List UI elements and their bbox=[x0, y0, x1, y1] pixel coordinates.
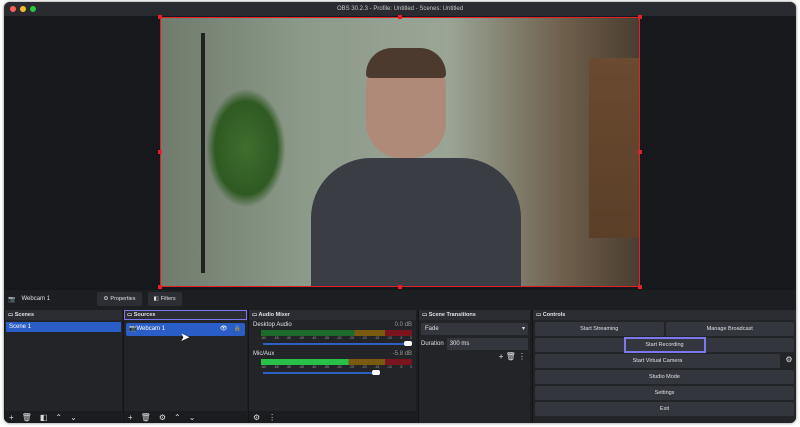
studio-mode-button[interactable]: Studio Mode bbox=[535, 370, 794, 384]
manage-broadcast-button[interactable]: Manage Broadcast bbox=[665, 322, 794, 336]
gear-icon[interactable]: ⚙ bbox=[782, 352, 796, 368]
add-icon[interactable]: + bbox=[9, 413, 14, 422]
lock-icon[interactable]: 🔒 bbox=[234, 323, 241, 336]
sources-dock: ▭ Sources 📷 Webcam 1 👁 🔒 + 🗑 ⚙ ⌃ ⌄ bbox=[123, 310, 247, 423]
exit-button[interactable]: Exit bbox=[535, 402, 794, 416]
source-toolbar: 📷 Webcam 1 ⚙ Properties ◧ Filters bbox=[4, 290, 796, 308]
meter-tick: -60 bbox=[261, 336, 267, 340]
chevron-down-icon: ▾ bbox=[521, 326, 525, 332]
trash-icon[interactable]: 🗑 bbox=[506, 352, 518, 361]
volume-slider[interactable] bbox=[263, 370, 380, 375]
advanced-audio-icon[interactable]: ⚙ bbox=[253, 413, 260, 422]
obs-window: OBS 30.2.3 - Profile: Untitled - Scenes:… bbox=[4, 2, 796, 423]
meter-tick: -10 bbox=[386, 336, 392, 340]
meter-ticks: -60 -55 -50 -45 -40 -35 -30 -25 -20 -15 -10 -5 0 bbox=[261, 365, 412, 369]
scene-item[interactable]: Scene 1 bbox=[6, 322, 121, 332]
more-icon[interactable]: ⋮ bbox=[268, 413, 276, 422]
meter-tick: -50 bbox=[286, 365, 292, 369]
minimize-button[interactable] bbox=[20, 6, 26, 12]
meter-tick: -5 bbox=[399, 365, 403, 369]
channel-desktop-audio: Desktop Audio 0.0 dB -60 -55 -50 -45 -40 -35 -3… bbox=[249, 320, 416, 346]
maximize-button[interactable] bbox=[30, 6, 36, 12]
dock-icon: ▭ bbox=[127, 312, 134, 318]
source-name: Webcam 1 bbox=[21, 296, 51, 302]
title-bar: OBS 30.2.3 - Profile: Untitled - Scenes:… bbox=[4, 2, 796, 16]
meter-tick: -30 bbox=[336, 336, 342, 340]
gear-icon[interactable]: ⚙ bbox=[159, 413, 166, 422]
meter-tick: -35 bbox=[323, 336, 329, 340]
dock-icon: ▭ bbox=[536, 312, 543, 318]
chevron-down-icon[interactable]: ⌄ bbox=[70, 413, 77, 422]
mouse-cursor: ➤ bbox=[180, 330, 191, 344]
properties-button[interactable]: ⚙ Properties bbox=[97, 292, 142, 306]
filter-icon[interactable]: ◧ bbox=[40, 413, 48, 422]
meter-tick: -60 bbox=[261, 365, 267, 369]
meter-tick: 0 bbox=[410, 365, 412, 369]
meter-tick: -20 bbox=[361, 336, 367, 340]
add-icon[interactable]: + bbox=[499, 352, 506, 361]
meter-tick: -40 bbox=[311, 365, 317, 369]
meter-tick: -30 bbox=[336, 365, 342, 369]
volume-meter bbox=[261, 359, 412, 365]
meter-tick: -35 bbox=[323, 365, 329, 369]
chevron-up-icon[interactable]: ⌃ bbox=[55, 413, 62, 422]
meter-tick: -40 bbox=[311, 336, 317, 340]
meter-tick: -25 bbox=[349, 365, 355, 369]
eye-icon[interactable]: 👁 bbox=[220, 323, 228, 336]
meter-tick: -55 bbox=[273, 365, 279, 369]
gear-icon: ⚙ bbox=[103, 296, 109, 302]
audio-mixer-dock: ▭ Audio Mixer Desktop Audio 0.0 dB -60 -55… bbox=[248, 310, 416, 423]
controls-dock: ▭ Controls Start Streaming Manage Broadca… bbox=[532, 310, 796, 423]
transition-select[interactable]: Fade ▾ bbox=[421, 323, 528, 335]
preview-canvas[interactable] bbox=[4, 15, 796, 290]
webcam-video[interactable] bbox=[160, 17, 640, 287]
meter-tick: -45 bbox=[298, 365, 304, 369]
settings-button[interactable]: Settings bbox=[535, 386, 794, 400]
meter-tick: -55 bbox=[273, 336, 279, 340]
meter-tick: -5 bbox=[399, 336, 403, 340]
meter-tick: -50 bbox=[286, 336, 292, 340]
trash-icon[interactable]: 🗑 bbox=[22, 413, 32, 422]
start-virtual-camera-button[interactable]: Start Virtual Camera bbox=[535, 354, 780, 368]
volume-meter bbox=[261, 330, 412, 336]
more-icon[interactable]: ⋮ bbox=[518, 352, 526, 361]
filters-button[interactable]: ◧ Filters bbox=[147, 292, 182, 306]
scenes-dock: ▭ Scenes Scene 1 + 🗑 ◧ ⌃ ⌄ bbox=[4, 310, 122, 423]
camera-icon: 📷 bbox=[8, 296, 16, 303]
start-streaming-button[interactable]: Start Streaming bbox=[535, 322, 664, 336]
start-recording-row: Start Recording bbox=[535, 337, 794, 353]
meter-tick: -15 bbox=[374, 336, 380, 340]
meter-tick: -25 bbox=[349, 336, 355, 340]
scene-transitions-dock: ▭ Scene Transitions Fade ▾ Duration 300 m… bbox=[418, 310, 530, 423]
camera-icon: 📷 bbox=[129, 326, 137, 332]
add-icon[interactable]: + bbox=[128, 413, 133, 422]
chevron-down-icon[interactable]: ⌄ bbox=[189, 413, 196, 422]
start-recording-button[interactable]: Start Recording bbox=[623, 337, 706, 353]
duration-input[interactable]: 300 ms bbox=[446, 338, 528, 350]
close-button[interactable] bbox=[10, 6, 16, 12]
meter-ticks: -60 -55 -50 -45 -40 -35 -30 -25 -20 -15 -10 -5 0 bbox=[261, 336, 412, 340]
meter-tick: -15 bbox=[374, 365, 380, 369]
window-title: OBS 30.2.3 - Profile: Untitled - Scenes:… bbox=[336, 6, 464, 12]
meter-tick: 0 bbox=[410, 336, 412, 340]
chevron-up-icon[interactable]: ⌃ bbox=[174, 413, 181, 422]
meter-tick: -45 bbox=[298, 336, 304, 340]
dock-icon: ▭ bbox=[8, 312, 15, 318]
channel-mic-aux: Mic/Aux -5.8 dB -60 -55 -50 -45 -40 -35 -30 -25-… bbox=[249, 345, 416, 375]
meter-tick: -20 bbox=[361, 365, 367, 369]
meter-tick: -10 bbox=[386, 365, 392, 369]
trash-icon[interactable]: 🗑 bbox=[141, 413, 151, 422]
volume-slider[interactable] bbox=[263, 341, 412, 346]
filter-icon: ◧ bbox=[153, 296, 159, 302]
dock-icon: ▭ bbox=[422, 312, 429, 318]
